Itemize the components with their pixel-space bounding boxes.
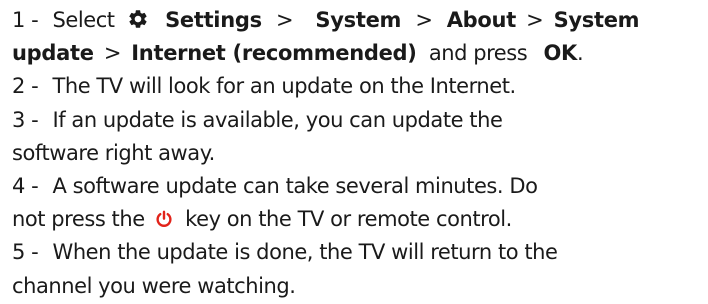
breadcrumb-separator: > bbox=[276, 8, 294, 32]
breadcrumb-separator: > bbox=[415, 8, 433, 32]
step-1-number: 1 - bbox=[12, 8, 39, 32]
step-5-number: 5 - bbox=[12, 240, 39, 265]
step-1-line-1: 1 - Select Settings > System > About > S… bbox=[12, 4, 708, 37]
internet-recommended-label: Internet (recommended) bbox=[131, 41, 417, 66]
system-menu-label: System bbox=[315, 8, 402, 32]
step-3-number: 3 - bbox=[12, 107, 39, 132]
breadcrumb-separator: > bbox=[103, 41, 122, 66]
system-update-menu-label-part-1: System bbox=[553, 8, 640, 32]
step-4-text-line-2-start: not press the bbox=[12, 207, 145, 232]
step-3-line-2: software right away. bbox=[12, 137, 708, 170]
step-4-text-line-2-end: key on the TV or remote control. bbox=[185, 207, 512, 232]
step-1-and-press-text: and press bbox=[428, 41, 528, 66]
step-2-line-1: 2 - The TV will look for an update on th… bbox=[12, 70, 708, 103]
power-icon bbox=[156, 210, 172, 228]
about-menu-label: About bbox=[446, 8, 517, 32]
instructions-document: 1 - Select Settings > System > About > S… bbox=[0, 0, 708, 304]
step-5-line-2: channel you were watching. bbox=[12, 270, 708, 303]
step-4-line-1: 4 - A software update can take several m… bbox=[12, 170, 708, 203]
step-5-text-line-2: channel you were watching. bbox=[12, 273, 296, 298]
step-4-number: 4 - bbox=[12, 173, 39, 198]
step-1-line-2: update > Internet (recommended) and pres… bbox=[12, 37, 708, 70]
step-3-text-line-2: software right away. bbox=[12, 140, 215, 165]
step-1-select-text: Select bbox=[52, 8, 116, 32]
step-3-line-1: 3 - If an update is available, you can u… bbox=[12, 104, 708, 137]
step-2-text: The TV will look for an update on the In… bbox=[52, 74, 517, 99]
step-1-period: . bbox=[577, 41, 584, 66]
system-update-menu-label-part-2: update bbox=[12, 41, 94, 66]
step-2-number: 2 - bbox=[12, 74, 39, 99]
step-4-text-line-1: A software update can take several minut… bbox=[52, 173, 538, 198]
step-5-line-1: 5 - When the update is done, the TV will… bbox=[12, 236, 708, 269]
ok-key-label: OK bbox=[543, 41, 578, 66]
step-4-line-2: not press the key on the TV or remote co… bbox=[12, 203, 708, 236]
settings-menu-label: Settings bbox=[165, 8, 262, 32]
breadcrumb-separator: > bbox=[526, 8, 544, 32]
step-3-text-line-1: If an update is available, you can updat… bbox=[52, 107, 503, 132]
step-5-text-line-1: When the update is done, the TV will ret… bbox=[52, 240, 558, 265]
gear-icon bbox=[129, 10, 147, 28]
